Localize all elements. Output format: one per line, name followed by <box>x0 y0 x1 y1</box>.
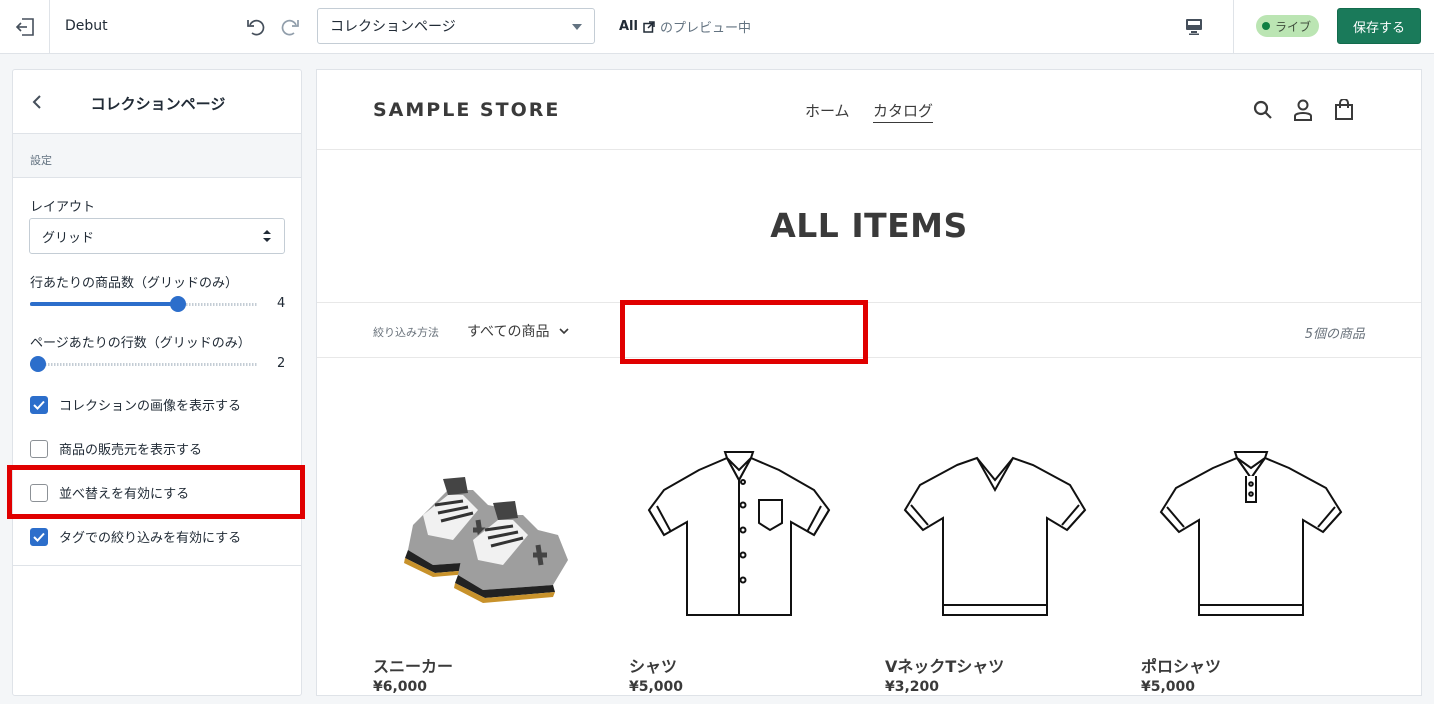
products-per-row-label: 行あたりの商品数（グリッドのみ） <box>30 276 239 291</box>
rows-per-page-label: ページあたりの行数（グリッドのみ） <box>30 336 251 351</box>
show-collection-image-checkbox[interactable]: コレクションの画像を表示する <box>30 395 241 414</box>
nav-link-home[interactable]: ホーム <box>805 100 850 121</box>
checkmark-icon <box>33 532 45 542</box>
store-header: SAMPLE STORE ホーム カタログ <box>317 70 1421 150</box>
preview-collection-link[interactable]: All <box>619 19 638 34</box>
checkbox-box[interactable] <box>30 395 48 414</box>
nav-link-catalog[interactable]: カタログ <box>873 100 934 123</box>
live-status-label: ライブ <box>1275 19 1312 34</box>
save-button[interactable]: 保存する <box>1337 8 1421 44</box>
cart-icon[interactable] <box>1332 98 1356 122</box>
layout-select-value: グリッド <box>42 230 95 246</box>
products-per-row-slider[interactable] <box>30 296 258 312</box>
store-preview: SAMPLE STORE ホーム カタログ ALL ITEMS 絞り込み方法 す… <box>316 69 1422 696</box>
slider-thumb[interactable] <box>30 356 46 372</box>
slider-fill <box>30 302 178 306</box>
page-type-select[interactable]: コレクションページ <box>317 8 595 44</box>
product-card[interactable]: VネックTシャツ ¥3,200 <box>885 435 1105 695</box>
layout-label: レイアウト <box>30 200 96 215</box>
highlight-box-enable-sorting <box>7 465 305 519</box>
product-card[interactable]: シャツ ¥5,000 <box>629 435 849 695</box>
product-name[interactable]: シャツ <box>629 653 677 677</box>
live-dot-icon <box>1262 22 1270 30</box>
caret-down-icon <box>572 24 582 30</box>
page-type-select-value: コレクションページ <box>330 19 456 35</box>
product-price: ¥6,000 <box>373 679 428 695</box>
product-name[interactable]: ポロシャツ <box>1141 653 1221 677</box>
undo-button[interactable] <box>241 13 269 41</box>
exit-editor-button[interactable] <box>0 0 50 54</box>
preview-text: のプレビュー中 <box>659 21 751 36</box>
checkbox-label: 商品の販売元を表示する <box>59 443 203 458</box>
product-name[interactable]: VネックTシャツ <box>885 653 1004 677</box>
undo-icon <box>247 19 265 36</box>
collection-title: ALL ITEMS <box>770 206 968 245</box>
product-price: ¥5,000 <box>629 679 684 695</box>
show-vendor-checkbox[interactable]: 商品の販売元を表示する <box>30 439 202 458</box>
preview-info: All のプレビュー中 <box>619 17 751 36</box>
filter-bar: 絞り込み方法 すべての商品 5個の商品 <box>317 302 1421 358</box>
rows-per-page-slider[interactable] <box>30 356 258 372</box>
sidebar-title: コレクションページ <box>90 95 226 113</box>
search-icon[interactable] <box>1251 98 1275 122</box>
slider-track <box>30 363 258 366</box>
product-price: ¥3,200 <box>885 679 940 695</box>
vneck-tshirt-image[interactable] <box>885 435 1105 635</box>
theme-name: Debut <box>65 18 108 34</box>
redo-icon <box>281 19 299 36</box>
checkbox-label: コレクションの画像を表示する <box>59 399 242 414</box>
desktop-icon <box>1186 19 1202 35</box>
filter-select[interactable]: すべての商品 <box>467 321 570 341</box>
checkbox-box[interactable] <box>30 439 48 458</box>
select-arrows-icon <box>263 230 271 242</box>
sneaker-image[interactable] <box>373 435 593 635</box>
product-price: ¥5,000 <box>1141 679 1196 695</box>
filter-select-value: すべての商品 <box>467 324 550 340</box>
layout-select[interactable]: グリッド <box>29 218 285 254</box>
editor-topbar: Debut コレクションページ All のプレビュー中 ライブ 保存する <box>0 0 1434 54</box>
external-link-icon[interactable] <box>643 20 655 33</box>
topbar-divider <box>1233 0 1234 54</box>
live-status-badge: ライブ <box>1256 15 1320 37</box>
redo-button[interactable] <box>277 13 305 41</box>
settings-sidebar: コレクションページ 設定 レイアウト グリッド 行あたりの商品数（グリッドのみ）… <box>12 69 302 696</box>
shirt-image[interactable] <box>629 435 849 635</box>
highlight-box-sort-area <box>620 300 868 364</box>
slider-thumb[interactable] <box>170 296 186 312</box>
rows-per-page-value: 2 <box>277 356 286 371</box>
chevron-down-icon <box>559 327 570 334</box>
product-card[interactable]: スニーカー ¥6,000 <box>373 435 593 695</box>
device-preview-button[interactable] <box>1180 13 1208 41</box>
products-per-row-value: 4 <box>277 296 286 311</box>
filter-label: 絞り込み方法 <box>373 326 439 339</box>
account-icon[interactable] <box>1291 98 1315 122</box>
product-count: 5個の商品 <box>1304 327 1365 342</box>
polo-shirt-image[interactable] <box>1141 435 1361 635</box>
store-logo[interactable]: SAMPLE STORE <box>373 99 560 121</box>
checkbox-box[interactable] <box>30 527 48 546</box>
product-card[interactable]: ポロシャツ ¥5,000 <box>1141 435 1361 695</box>
product-name[interactable]: スニーカー <box>373 653 453 677</box>
enable-tag-filter-checkbox[interactable]: タグでの絞り込みを有効にする <box>30 527 241 546</box>
settings-section-heading: 設定 <box>13 134 301 178</box>
checkbox-label: タグでの絞り込みを有効にする <box>59 531 242 546</box>
checkmark-icon <box>33 400 45 410</box>
sidebar-header: コレクションページ <box>13 70 301 134</box>
exit-icon <box>15 18 34 36</box>
